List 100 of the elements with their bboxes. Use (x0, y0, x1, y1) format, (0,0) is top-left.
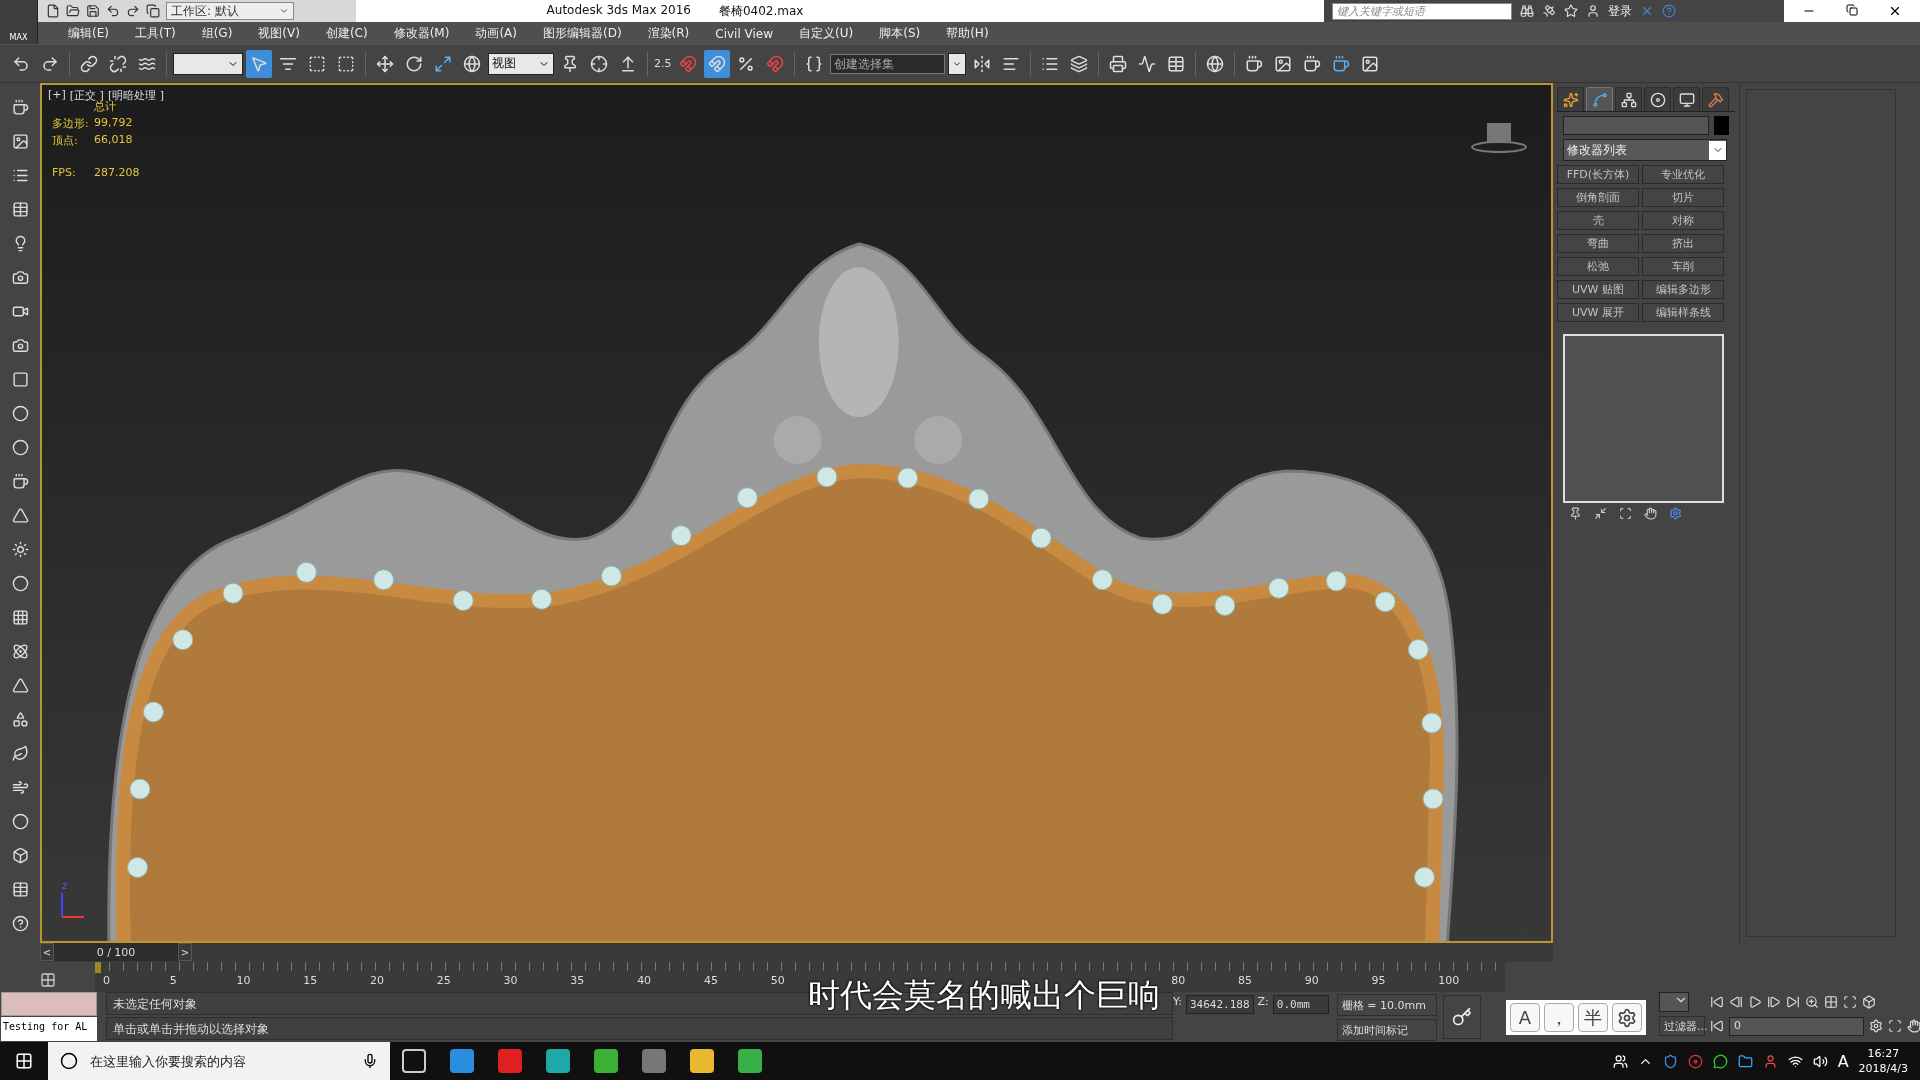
menu-item[interactable]: 图形编辑器(D) (529, 25, 635, 42)
go-to-end-icon[interactable] (1786, 995, 1800, 1009)
pin-icon[interactable] (1569, 507, 1582, 520)
reference-coordinate-dropdown[interactable]: 视图 (488, 52, 554, 75)
key-icon[interactable] (1442, 995, 1481, 1039)
modifier-button[interactable]: 编辑多边形 (1642, 280, 1724, 299)
pan-icon[interactable] (1907, 1019, 1920, 1033)
close-icon[interactable] (1888, 4, 1902, 18)
time-slider[interactable]: < 0 / 100 > (40, 943, 192, 961)
modifier-button[interactable]: UVW 贴图 (1557, 280, 1639, 299)
modifier-button[interactable]: FFD(长方体) (1557, 165, 1639, 184)
modifier-button[interactable]: 对称 (1642, 211, 1724, 230)
ime-key[interactable]: 半 (1578, 1003, 1608, 1032)
redo-icon[interactable] (126, 4, 140, 18)
hammer-icon[interactable] (1702, 87, 1729, 111)
next-frame-icon[interactable] (1767, 995, 1781, 1009)
menu-item[interactable]: 视图(V) (245, 25, 313, 42)
menu-item[interactable]: 渲染(R) (634, 25, 703, 42)
modifier-button[interactable]: 弯曲 (1557, 234, 1639, 253)
menu-item[interactable]: 帮助(H) (933, 25, 1002, 42)
y-coordinate-field[interactable]: 34642.188 (1185, 995, 1254, 1014)
modifier-button[interactable]: 切片 (1642, 188, 1724, 207)
shield-icon[interactable] (1662, 1053, 1678, 1069)
caret-icon[interactable] (279, 6, 289, 16)
go-to-start-icon[interactable] (1710, 995, 1724, 1009)
menu-item[interactable]: 组(G) (188, 25, 246, 42)
menu-item[interactable]: 创建(C) (312, 25, 381, 42)
open-folder-icon[interactable] (66, 4, 80, 18)
modifier-button[interactable]: 编辑样条线 (1642, 303, 1724, 322)
caret-icon[interactable] (1709, 140, 1726, 160)
people-icon[interactable] (1612, 1053, 1628, 1069)
modifier-stack[interactable] (1563, 334, 1724, 503)
menu-item[interactable]: 脚本(S) (866, 25, 934, 42)
binoculars-icon[interactable] (1520, 4, 1534, 18)
chat-tray-icon[interactable] (1712, 1053, 1728, 1069)
menu-item[interactable]: Civil View (702, 26, 787, 41)
input-indicator[interactable]: A (1837, 1051, 1849, 1071)
hierarchy-icon[interactable] (1615, 87, 1642, 111)
modifier-button[interactable]: 车削 (1642, 257, 1724, 276)
restore-icon[interactable] (1846, 4, 1858, 16)
menu-item[interactable]: 修改器(M) (380, 25, 463, 42)
viewport[interactable]: [+] [正交 ] [明暗处理 ] 总计 多边形: 99,792 顶点: 66,018 FPS: 287.208 z (40, 83, 1553, 943)
sparkle-icon[interactable] (1557, 87, 1584, 111)
new-file-icon[interactable] (46, 4, 60, 18)
viewcube-icon[interactable] (1471, 123, 1527, 153)
modifier-button[interactable]: 松弛 (1557, 257, 1639, 276)
previous-frame-icon[interactable] (1729, 995, 1743, 1009)
color-swatch[interactable] (1714, 116, 1729, 135)
named-selection-dropdown[interactable] (947, 52, 966, 75)
undo-icon[interactable] (106, 4, 120, 18)
app-logo[interactable]: MAX (0, 0, 38, 44)
modifier-button[interactable]: UVW 展开 (1557, 303, 1639, 322)
menu-item[interactable]: 自定义(U) (786, 25, 867, 42)
monitor-icon[interactable] (1673, 87, 1700, 111)
star-icon[interactable] (1564, 4, 1578, 18)
current-frame-field[interactable]: 0 (1729, 1016, 1864, 1036)
task-view-icon[interactable] (402, 1049, 426, 1073)
sign-in-link[interactable]: 登录 (1608, 2, 1632, 20)
key-mode-dropdown[interactable] (1659, 992, 1689, 1012)
time-slider-track[interactable]: < 0 / 100 > (40, 943, 1553, 962)
taskbar-search-field[interactable]: 在这里输入你要搜索的内容 (88, 1052, 352, 1070)
taskbar-clock[interactable]: 16:27 2018/4/3 (1858, 1046, 1908, 1076)
save-icon[interactable] (86, 4, 100, 18)
previous-button[interactable]: < (40, 943, 54, 961)
taskbar-search-bar[interactable]: 在这里输入你要搜索的内容 (48, 1042, 390, 1080)
filter-button[interactable]: 过滤器... (1659, 1016, 1705, 1036)
viewport-label[interactable]: [+] (48, 88, 66, 103)
named-selection-field[interactable]: 创建选择集 (829, 53, 945, 74)
modifier-button[interactable]: 挤出 (1642, 234, 1724, 253)
modifier-button[interactable]: 倒角剖面 (1557, 188, 1639, 207)
ime-key[interactable]: A (1510, 1003, 1540, 1032)
user-icon[interactable] (1586, 4, 1600, 18)
select-object-icon[interactable] (246, 49, 272, 78)
workspace-dropdown[interactable]: 工作区: 默认 (166, 2, 294, 20)
modifier-button[interactable]: 壳 (1557, 211, 1639, 230)
add-time-tag-button[interactable]: 添加时间标记 (1336, 1019, 1437, 1041)
volume-icon[interactable] (1812, 1053, 1828, 1069)
search-field[interactable]: 键入关键字或短语 (1332, 2, 1512, 20)
menu-item[interactable]: 动画(A) (462, 25, 530, 42)
ime-settings-icon[interactable] (1612, 1003, 1642, 1032)
angle-snap-icon[interactable] (703, 49, 730, 78)
menu-item[interactable]: 编辑(E) (55, 25, 122, 42)
modifier-list-dropdown[interactable]: 修改器列表 (1563, 139, 1727, 161)
zoom-icon[interactable] (1805, 995, 1819, 1009)
play-icon[interactable] (1748, 995, 1762, 1009)
x-logo-icon[interactable] (1640, 4, 1654, 18)
selection-filter-dropdown[interactable] (173, 52, 243, 75)
time-marker[interactable] (95, 962, 101, 973)
microphone-icon[interactable] (362, 1053, 378, 1069)
satellite-icon[interactable] (1542, 4, 1556, 18)
modifier-button[interactable]: 专业优化 (1642, 165, 1724, 184)
z-coordinate-field[interactable]: 0.0mm (1272, 995, 1329, 1014)
script-output-field[interactable]: Testing for AL (1, 1017, 97, 1041)
next-button[interactable]: > (178, 943, 192, 961)
menu-item[interactable]: 工具(T) (121, 25, 189, 42)
wifi-icon[interactable] (1787, 1053, 1803, 1069)
ime-key[interactable]: ， (1544, 1003, 1574, 1032)
script-listener-field[interactable] (1, 992, 97, 1016)
object-name-field[interactable] (1563, 116, 1709, 135)
configure-icon[interactable] (1669, 507, 1682, 520)
